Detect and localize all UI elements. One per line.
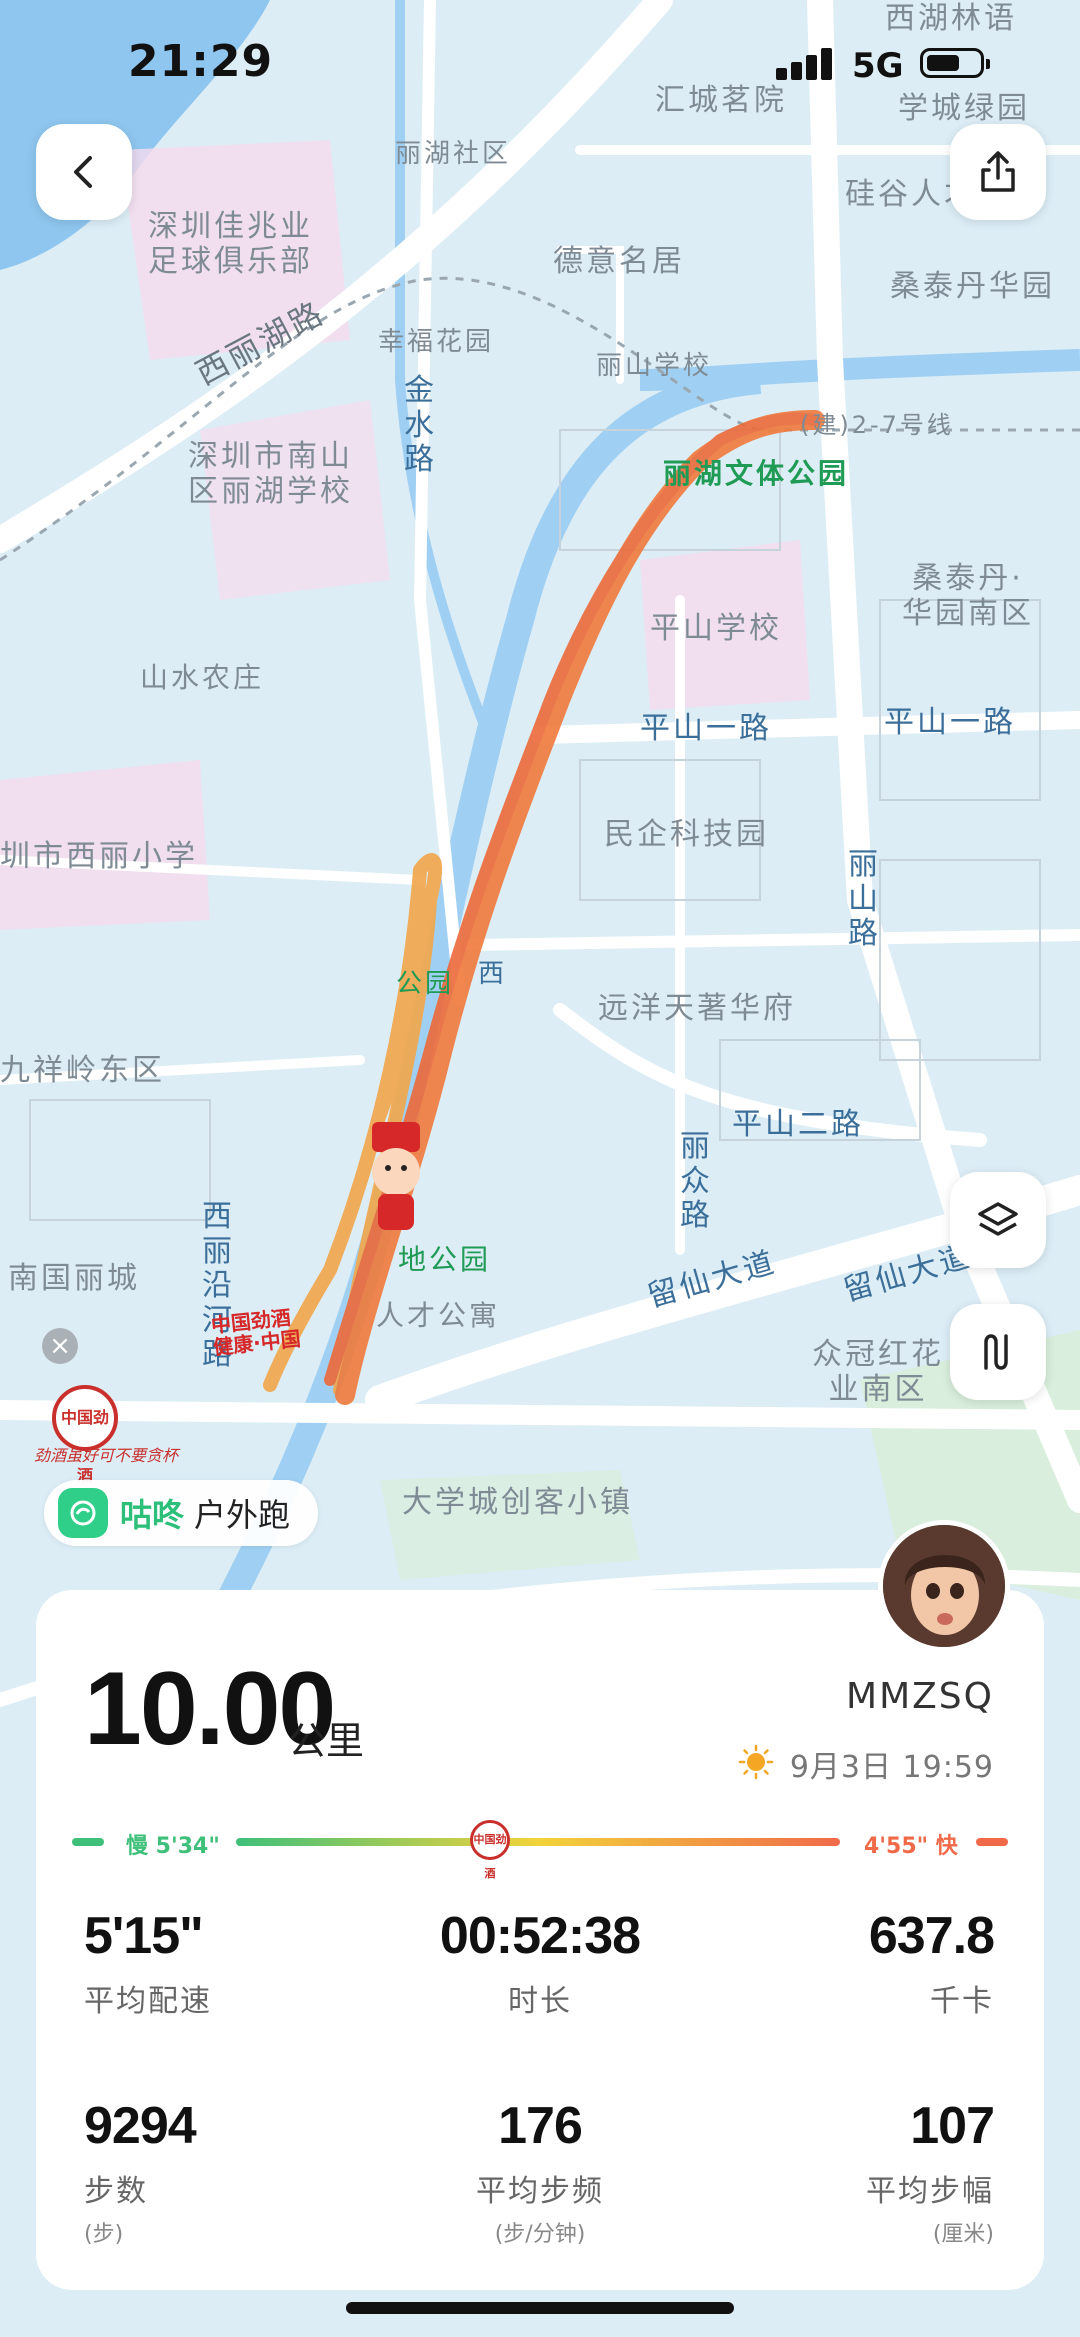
stat-label: 平均步频 [476, 2174, 604, 2209]
map-label: 幸福花园 [378, 327, 495, 357]
battery-icon [920, 48, 990, 78]
stat-value: 637.8 [868, 1907, 995, 1965]
username: MMZSQ [846, 1676, 994, 1717]
stat-label: 千卡 [930, 1984, 994, 2019]
map-label: 平山一路 [640, 711, 772, 746]
map-label: 平山学校 [650, 611, 782, 646]
stat-unit: (厘米) [932, 2222, 994, 2247]
map-label: 人才公寓 [376, 1299, 501, 1332]
stat-label: 平均步幅 [866, 2174, 994, 2209]
map-label: 丽湖社区 [395, 139, 512, 169]
network-type: 5G [852, 46, 904, 86]
app-brand: 咕咚 [120, 1496, 185, 1534]
stat-value: 176 [498, 2097, 583, 2155]
map-label: 山水农庄 [140, 661, 265, 694]
map-label: 圳市西丽小学 [0, 839, 198, 874]
map-label: 地公园 [398, 1243, 492, 1276]
map-label: 平山二路 [732, 1107, 864, 1142]
route-sponsor-banner: 中国劲酒 健康·中国 [209, 1305, 302, 1360]
map-label: 众冠红花 业南区 [812, 1337, 944, 1407]
stat-cadence: 176 平均步频 (步/分钟) [420, 2096, 660, 2248]
stat-label: 时长 [508, 1984, 572, 2019]
status-time: 21:29 [128, 36, 274, 87]
codoon-logo-icon [58, 1488, 108, 1538]
stat-duration: 00:52:38 时长 [430, 1906, 650, 2020]
chevron-left-icon [74, 156, 92, 188]
map-layers-button[interactable] [950, 1172, 1046, 1268]
workout-datetime: 9月3日 19:59 [789, 1750, 994, 1785]
stat-label: 步数 [84, 2174, 148, 2209]
pace-slow-label: 慢 5'34" [126, 1834, 220, 1859]
map-label: 丽山学校 [596, 351, 713, 381]
signal-icon [776, 46, 840, 80]
map-label: 平山一路 [884, 705, 1016, 740]
stat-value: 9294 [84, 2097, 197, 2155]
stat-steps: 9294 步数 (步) [84, 2096, 197, 2248]
app-activity-tag: 咕咚 户外跑 [44, 1480, 319, 1546]
map-label: 民企科技园 [604, 817, 769, 852]
map-label: 桑泰丹华园 [890, 269, 1055, 304]
map-label: 桑泰丹· 华园南区 [902, 561, 1034, 631]
stat-label: 平均配速 [84, 1984, 212, 2019]
map-label: 丽 众 路 [680, 1129, 710, 1233]
close-ad-button[interactable]: × [42, 1328, 78, 1364]
layers-icon [978, 1202, 1018, 1236]
share-icon [981, 151, 1015, 192]
stat-value: 107 [910, 2097, 995, 2155]
map-label: 德意名居 [553, 244, 685, 279]
avatar[interactable] [878, 1520, 1010, 1652]
map-label: 深圳佳兆业 足球俱乐部 [148, 209, 313, 279]
map-label: (建)2-7号线 [800, 411, 954, 439]
map-label: 丽 山 路 [848, 847, 878, 951]
route-curve-icon [984, 1334, 1008, 1370]
stat-calories: 637.8 千卡 [868, 1906, 995, 2020]
stat-avg-pace: 5'15" 平均配速 [84, 1906, 212, 2020]
status-bar: 21:29 5G [0, 0, 1080, 130]
sponsor-slogan: 劲酒虽好可不要贪杯 [34, 1446, 179, 1465]
stat-value: 00:52:38 [439, 1907, 641, 1965]
map-label: 大学城创客小镇 [402, 1485, 633, 1520]
sunny-weather-icon [738, 1744, 774, 1780]
stat-unit: (步) [84, 2222, 124, 2247]
map-label: 丽湖文体公园 [663, 457, 850, 490]
map-label: 深圳市南山 区丽湖学校 [188, 439, 353, 509]
back-button[interactable] [36, 124, 132, 220]
home-indicator[interactable] [346, 2302, 734, 2314]
stat-value: 5'15" [84, 1907, 204, 1965]
map-label: 远洋天著华府 [598, 991, 796, 1026]
stat-unit: (步/分钟) [494, 2222, 586, 2247]
map-label: 九祥岭东区 [0, 1053, 165, 1088]
distance-unit: 公里 [288, 1719, 365, 1763]
route-replay-button[interactable] [950, 1304, 1046, 1400]
map-label: 南国丽城 [8, 1261, 140, 1296]
sponsor-medal-icon: 中国劲酒 [470, 1820, 510, 1880]
map-label: 金 水 路 [404, 373, 434, 477]
pace-fast-label: 4'55" 快 [864, 1834, 958, 1859]
activity-type: 户外跑 [194, 1496, 291, 1534]
map-label: 西 [478, 959, 508, 989]
stat-stride: 107 平均步幅 (厘米) [866, 2096, 995, 2248]
share-button[interactable] [950, 124, 1046, 220]
map-label: 公园 [396, 969, 455, 999]
